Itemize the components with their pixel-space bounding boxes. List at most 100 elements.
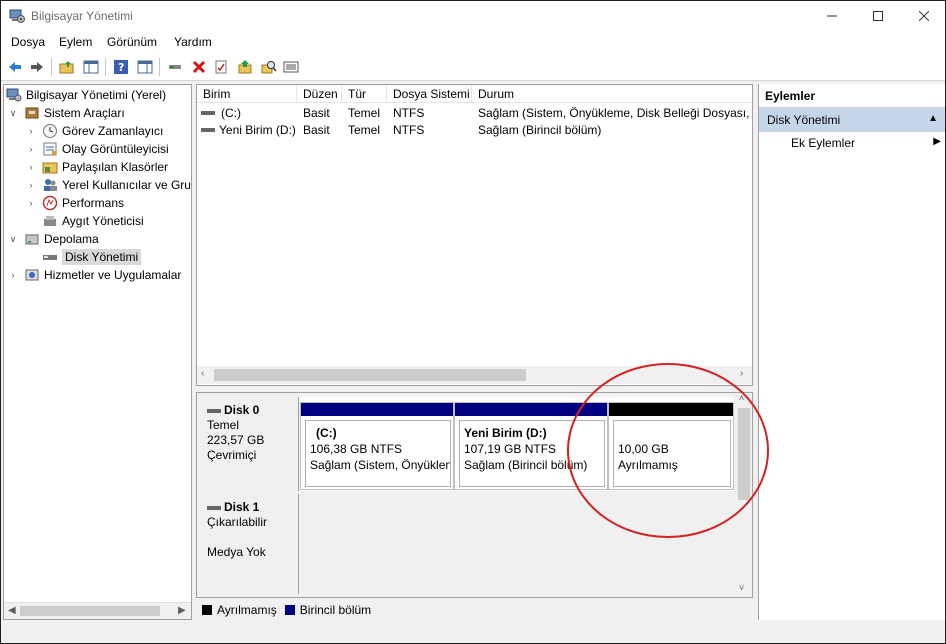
tree-item-shared-folders[interactable]: › Paylaşılan Klasörler [26,158,169,176]
scroll-up-icon[interactable]: ˄ [739,393,744,403]
legend-label-unallocated: Ayrılmamış [217,603,277,617]
actions-section-label: Disk Yönetimi [767,113,841,127]
menu-file[interactable]: Dosya [11,35,45,49]
toolbar: ? [1,53,945,81]
show-hide-tree-icon [83,60,99,74]
tree-horizontal-scrollbar[interactable]: ◀ ▶ [4,602,191,619]
scroll-right-icon[interactable]: ▶ [178,605,186,616]
column-header-file-system[interactable]: Dosya Sistemi [387,85,472,103]
column-header-status[interactable]: Durum [472,85,752,103]
list-horizontal-scrollbar[interactable]: ‹ › [197,366,752,384]
tree-item-local-users[interactable]: › Yerel Kullanıcılar ve Gru [26,176,191,194]
disk-graphical-view: Disk 0 Temel 223,57 GB Çevrimiçi (C:) 10… [196,392,753,598]
scrollbar-thumb[interactable] [214,369,526,381]
collapse-up-icon[interactable]: ▲ [928,113,938,124]
partition-c[interactable]: (C:) 106,38 GB NTFS Sağlam (Sistem, Önyü… [300,402,454,490]
help-icon: ? [114,60,128,74]
column-header-volume[interactable]: Birim [197,85,297,103]
volume-icon [201,111,215,115]
actions-section-disk-management[interactable]: Disk Yönetimi ▲ [759,108,945,132]
tree-item-performance[interactable]: › Performans [26,194,124,212]
tree-item-task-scheduler[interactable]: › Görev Zamanlayıcı [26,122,163,140]
chevron-right-icon[interactable]: › [26,180,36,190]
delete-icon [192,60,206,74]
scrollbar-thumb[interactable] [20,606,160,616]
tree-item-system-tools[interactable]: ∨ Sistem Araçları [8,104,125,122]
chevron-right-icon[interactable]: › [26,162,36,172]
table-row[interactable]: (C:) [201,105,297,121]
column-header-layout[interactable]: Düzen [297,85,342,103]
scroll-left-icon[interactable]: ‹ [201,368,204,379]
volume-layout: Basit [303,106,330,120]
menu-view[interactable]: Görünüm [107,35,157,49]
properties-icon [215,60,227,74]
connect-icon [169,65,181,69]
tree-label-event-viewer: Olay Görüntüleyicisi [62,142,169,156]
scroll-down-icon[interactable]: ˅ [739,583,744,593]
chevron-right-icon[interactable]: › [26,198,36,208]
partition-size: 107,19 GB NTFS [464,442,557,456]
up-one-level-button[interactable] [57,57,77,77]
computer-management-icon [6,87,22,103]
forward-button[interactable] [27,57,47,77]
minimize-button[interactable] [809,1,855,31]
chevron-down-icon[interactable]: ∨ [8,108,18,118]
tree-item-disk-management[interactable]: Disk Yönetimi [42,248,142,266]
more-actions-item[interactable]: Ek Eylemler ▶ [791,136,941,154]
tree-label-device-manager: Aygıt Yöneticisi [62,214,144,228]
up-folder-icon [59,61,74,74]
tree-item-device-manager[interactable]: Aygıt Yöneticisi [42,212,144,230]
legend-label-primary: Birincil bölüm [299,603,372,617]
column-header-type[interactable]: Tür [342,85,387,103]
help-button[interactable]: ? [111,57,131,77]
menu-action[interactable]: Eylem [59,35,92,49]
scrollbar-thumb[interactable] [738,408,750,500]
performance-icon [42,195,58,211]
graph-vertical-scrollbar[interactable]: ˄ ˅ [736,393,752,597]
disk-0-type: Temel [207,418,240,432]
tree-label-local-users: Yerel Kullanıcılar ve Gru [62,178,191,192]
connect-button[interactable] [165,57,185,77]
list-view-button[interactable] [281,57,301,77]
svg-text:?: ? [118,61,124,74]
disk-1-label[interactable]: Disk 1 Çıkarılabilir Medya Yok [199,494,299,594]
volume-file-system: NTFS [393,123,425,137]
computer-management-window: Bilgisayar Yönetimi Dosya Eylem Görünüm … [0,0,946,644]
partition-status: Ayrılmamış [618,458,678,472]
tree-label-storage: Depolama [44,232,99,246]
volume-layout: Basit [303,123,330,137]
users-icon [42,177,58,193]
scroll-left-icon[interactable]: ◀ [8,605,16,616]
properties-button[interactable] [211,57,231,77]
show-hide-tree-button[interactable] [81,57,101,77]
disk-0-size: 223,57 GB [207,433,265,447]
maximize-button[interactable] [855,1,901,31]
chevron-right-icon[interactable]: › [8,270,18,280]
back-button[interactable] [5,57,25,77]
table-row[interactable]: Yeni Birim (D:) [201,122,297,138]
tree-item-event-viewer[interactable]: › Olay Görüntüleyicisi [26,140,169,158]
chevron-right-icon[interactable]: › [26,126,36,136]
partition-info: (C:) 106,38 GB NTFS Sağlam (Sistem, Önyü… [305,420,451,487]
disk-1-status: Medya Yok [207,545,266,559]
title-bar: Bilgisayar Yönetimi [1,1,945,31]
show-hide-action-pane-button[interactable] [135,57,155,77]
open-button[interactable] [235,57,255,77]
tree-label-system-tools: Sistem Araçları [44,106,125,120]
partition-d[interactable]: Yeni Birim (D:) 107,19 GB NTFS Sağlam (B… [454,402,608,490]
tree-item-root[interactable]: Bilgisayar Yönetimi (Yerel) [6,86,166,104]
close-button[interactable] [901,1,945,31]
chevron-down-icon[interactable]: ∨ [8,234,18,244]
chevron-right-icon[interactable]: › [26,144,36,154]
tree-item-services[interactable]: › Hizmetler ve Uygulamalar [8,266,182,284]
delete-button[interactable] [189,57,209,77]
search-button[interactable] [259,57,279,77]
menu-help[interactable]: Yardım [174,35,212,49]
partition-unallocated[interactable]: 10,00 GB Ayrılmamış [608,402,734,490]
tree-item-storage[interactable]: ∨ Depolama [8,230,99,248]
scroll-right-icon[interactable]: › [740,368,743,379]
computer-management-icon [9,9,25,23]
disk-0-partitions: (C:) 106,38 GB NTFS Sağlam (Sistem, Önyü… [300,397,734,491]
more-actions-label: Ek Eylemler [791,136,856,150]
disk-0-label[interactable]: Disk 0 Temel 223,57 GB Çevrimiçi [199,397,299,491]
